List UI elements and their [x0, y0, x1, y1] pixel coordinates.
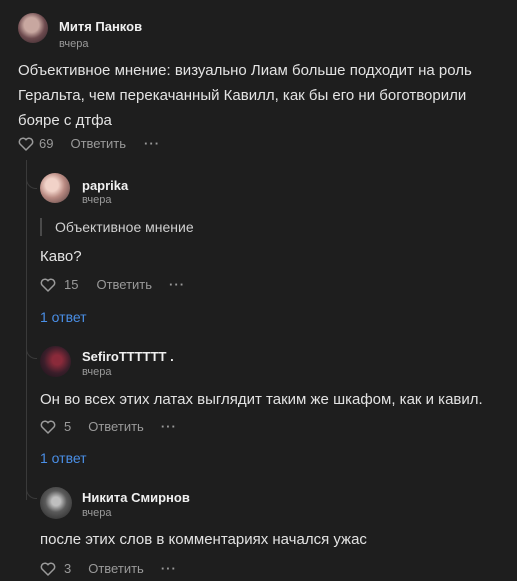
comment-time[interactable]: вчера [59, 38, 88, 50]
replies-link[interactable]: 1 ответ [40, 450, 87, 466]
reply-button[interactable]: Ответить [70, 136, 126, 151]
reply-button[interactable]: Ответить [88, 419, 144, 434]
avatar[interactable] [40, 487, 72, 519]
heart-icon [40, 562, 56, 576]
like-button[interactable]: 15 [40, 277, 78, 292]
comment-time[interactable]: вчера [82, 507, 111, 519]
like-count: 3 [64, 561, 72, 576]
author-name[interactable]: paprika [82, 178, 128, 193]
comment-text: Объективное мнение: визуально Лиам больш… [18, 62, 472, 129]
comment-text: после этих слов в комментариях начался у… [40, 531, 367, 548]
more-icon[interactable]: ··· [161, 419, 177, 434]
quote-bar [40, 218, 42, 236]
thread-connector [26, 172, 37, 189]
comment-actions: 15 Ответить ··· [40, 277, 185, 292]
author-name[interactable]: Митя Панков [59, 19, 142, 34]
like-count: 69 [39, 136, 54, 151]
thread-connector [26, 482, 37, 499]
heart-icon [18, 137, 34, 151]
thread-line [26, 160, 27, 500]
comment-time[interactable]: вчера [82, 194, 111, 206]
more-icon[interactable]: ··· [144, 136, 160, 151]
more-icon[interactable]: ··· [169, 277, 185, 292]
like-count: 5 [64, 419, 72, 434]
more-icon[interactable]: ··· [161, 561, 177, 576]
avatar[interactable] [18, 13, 48, 43]
comment-actions: 69 Ответить ··· [18, 136, 160, 151]
reply-button[interactable]: Ответить [96, 277, 152, 292]
author-name[interactable]: Никита Смирнов [82, 490, 190, 505]
author-name[interactable]: SefiroTTTTTT . [82, 349, 174, 364]
like-button[interactable]: 69 [18, 136, 53, 151]
quoted-text[interactable]: Объективное мнение [55, 219, 194, 235]
like-button[interactable]: 5 [40, 419, 71, 434]
thread-connector [26, 342, 37, 359]
like-button[interactable]: 3 [40, 561, 71, 576]
comment-time[interactable]: вчера [82, 366, 111, 378]
reply-button[interactable]: Ответить [88, 561, 144, 576]
comment-text: Он во всех этих латах выглядит таким же … [40, 391, 483, 408]
comment-actions: 5 Ответить ··· [40, 419, 177, 434]
replies-link[interactable]: 1 ответ [40, 309, 87, 325]
heart-icon [40, 278, 56, 292]
avatar[interactable] [40, 346, 71, 377]
like-count: 15 [64, 277, 79, 292]
comment-actions: 3 Ответить ··· [40, 561, 177, 576]
comment-text: Каво? [40, 248, 82, 265]
heart-icon [40, 420, 56, 434]
avatar[interactable] [40, 173, 70, 203]
